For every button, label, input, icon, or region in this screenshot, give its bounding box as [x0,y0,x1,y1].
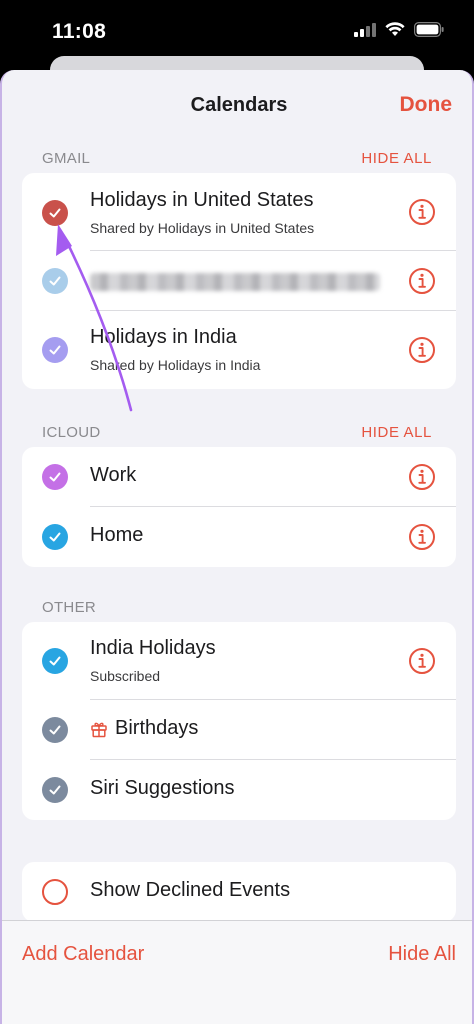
calendar-row-home[interactable]: Home [22,507,456,567]
calendar-title: Birthdays [115,717,199,739]
wifi-icon [385,22,405,36]
bottom-toolbar: Add Calendar Hide All [2,920,472,1024]
calendar-title: Siri Suggestions [90,777,235,799]
calendar-subtitle: Subscribed [90,668,161,684]
checkmark-icon[interactable] [42,648,68,674]
checkmark-icon[interactable] [42,777,68,803]
calendar-title: Home [90,524,144,546]
battery-icon [414,22,444,37]
calendar-row-work[interactable]: Work [22,447,456,507]
icloud-hide-all-button[interactable]: HIDE ALL [361,424,432,441]
calendar-row-holidays-us[interactable]: Holidays in United States Shared by Holi… [22,173,456,251]
checkmark-icon[interactable] [42,337,68,363]
calendar-title: India Holidays [90,637,216,659]
calendars-sheet: Calendars Done GMAIL HIDE ALL Holidays i… [0,70,474,1024]
gmail-section-header: GMAIL HIDE ALL [42,148,432,168]
checkmark-icon[interactable] [42,464,68,490]
declined-events-group: Show Declined Events [22,862,456,922]
calendar-title: Work [90,464,137,486]
calendar-subtitle: Shared by Holidays in United States [90,220,315,236]
info-circle-icon[interactable] [408,647,436,675]
add-calendar-button[interactable]: Add Calendar [22,943,144,966]
other-section-header: OTHER [42,597,432,617]
status-bar: 11:08 [0,0,474,64]
gmail-hide-all-button[interactable]: HIDE ALL [361,150,432,167]
info-circle-icon[interactable] [408,198,436,226]
redacted-calendar-name [90,273,380,291]
section-title-icloud: ICLOUD [42,423,101,441]
done-button[interactable]: Done [400,93,453,117]
status-time: 11:08 [52,20,107,43]
calendar-row-birthdays[interactable]: Birthdays [22,700,456,760]
gmail-calendars-group: Holidays in United States Shared by Holi… [22,173,456,389]
hide-all-button[interactable]: Hide All [388,943,456,966]
checkmark-icon[interactable] [42,717,68,743]
declined-label: Show Declined Events [90,879,291,901]
checkmark-icon[interactable] [42,524,68,550]
icloud-calendars-group: Work Home [22,447,456,567]
unchecked-circle-icon[interactable] [42,879,68,905]
info-circle-icon[interactable] [408,336,436,364]
section-title-gmail: GMAIL [42,149,91,167]
other-calendars-group: India Holidays Subscribed Birthdays Siri… [22,622,456,820]
icloud-section-header: ICLOUD HIDE ALL [42,422,432,442]
section-title-other: OTHER [42,598,96,616]
calendar-row-siri-suggestions[interactable]: Siri Suggestions [22,760,456,820]
info-circle-icon[interactable] [408,267,436,295]
calendar-row-india-holidays[interactable]: India Holidays Subscribed [22,622,456,700]
show-declined-events-toggle[interactable]: Show Declined Events [22,862,456,922]
calendar-row-blurred-account[interactable] [22,251,456,311]
status-icons [354,22,444,37]
info-circle-icon[interactable] [408,523,436,551]
checkmark-icon[interactable] [42,268,68,294]
info-circle-icon[interactable] [408,463,436,491]
gift-icon [91,722,107,738]
checkmark-icon[interactable] [42,200,68,226]
signal-icon [354,22,376,37]
calendar-title: Holidays in United States [90,189,314,211]
calendar-subtitle: Shared by Holidays in India [90,357,261,373]
calendar-title: Holidays in India [90,326,237,348]
calendar-row-holidays-india[interactable]: Holidays in India Shared by Holidays in … [22,311,456,389]
